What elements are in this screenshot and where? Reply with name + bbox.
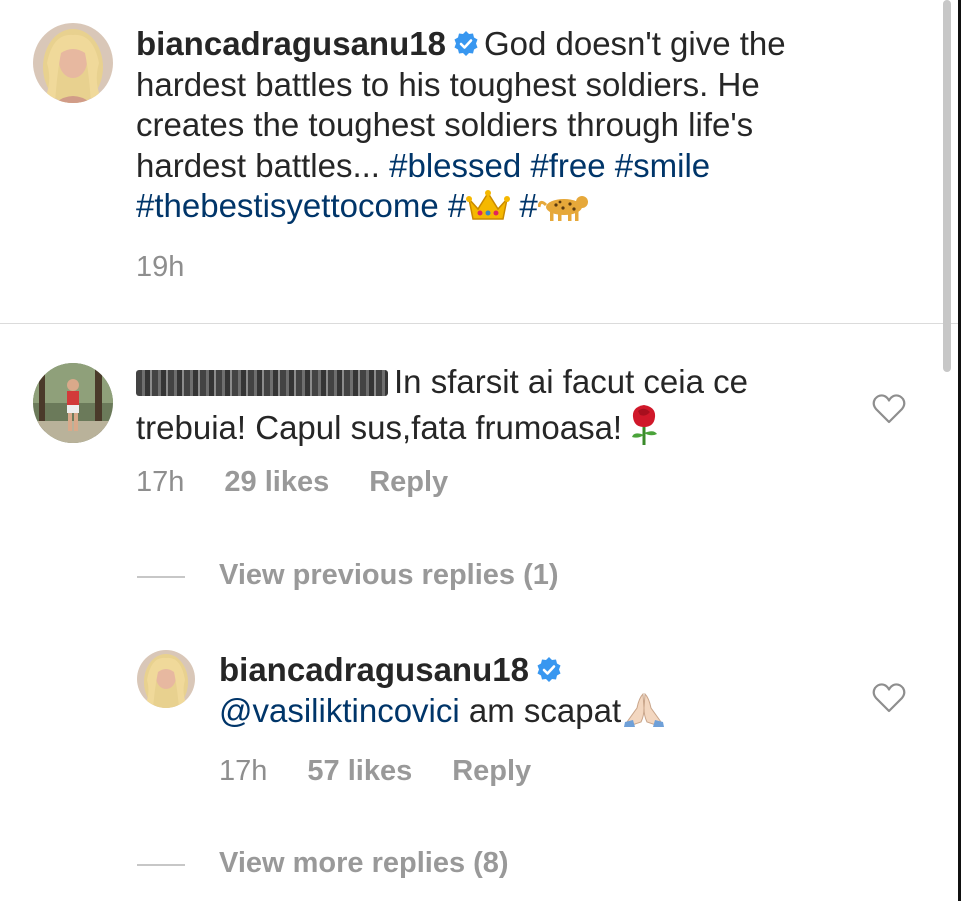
- comment-1-reply-button[interactable]: Reply: [369, 466, 448, 498]
- caption-line-3: creates the toughest soldiers through li…: [136, 106, 754, 143]
- hashtag-leopard[interactable]: #: [510, 187, 537, 224]
- comment-1-line-2: trebuia! Capul sus,fata frumoasa!: [136, 408, 623, 446]
- caption-line-4: hardest battles...: [136, 146, 390, 184]
- verified-badge-icon: [535, 656, 563, 684]
- redacted-username[interactable]: [136, 370, 388, 396]
- reply-1-meta: 17h 57 likes Reply: [219, 755, 531, 788]
- caption-line-2: hardest battles to his toughest soldiers…: [136, 65, 760, 103]
- leopard-emoji: [537, 193, 590, 223]
- divider: [0, 323, 961, 324]
- view-more-replies-button[interactable]: View more replies (8): [219, 847, 509, 880]
- comment-1-like-heart-icon[interactable]: [872, 394, 906, 424]
- view-more-line: [137, 864, 185, 866]
- caption-line-1: God doesn't give the: [483, 25, 786, 62]
- verified-badge-icon: [452, 30, 480, 58]
- commenter-avatar[interactable]: [33, 363, 113, 443]
- reply-1-like-heart-icon[interactable]: [872, 683, 906, 713]
- view-previous-line: [137, 576, 185, 578]
- comment-1-text: In sfarsit ai facut ceia ce trebuia! Cap…: [136, 362, 856, 448]
- hashtag-thebestisyettocome[interactable]: #thebestisyettocome #: [136, 187, 466, 224]
- reply-author-avatar[interactable]: [137, 650, 195, 708]
- reply-author-username[interactable]: biancadragusanu18: [219, 651, 529, 688]
- praying-hands-emoji: [621, 692, 667, 728]
- reply-mention[interactable]: @vasiliktincovici: [219, 692, 460, 729]
- comment-1-line-1: In sfarsit ai facut ceia ce: [394, 363, 748, 400]
- comment-1-time: 17h: [136, 466, 185, 498]
- post-author-username[interactable]: biancadragusanu18: [136, 25, 446, 62]
- crown-emoji: [466, 189, 511, 223]
- reply-1-reply-button[interactable]: Reply: [452, 755, 531, 787]
- reply-1-likes[interactable]: 57 likes: [307, 755, 412, 787]
- reply-1-time: 17h: [219, 755, 268, 787]
- post-caption: biancadragusanu18 God doesn't give the ha…: [136, 24, 896, 227]
- comment-1-likes[interactable]: 29 likes: [224, 466, 329, 498]
- post-timestamp: 19h: [136, 251, 185, 283]
- scrollbar[interactable]: [943, 0, 951, 372]
- reply-1-text: biancadragusanu18 @vasiliktincovici am s…: [219, 650, 859, 731]
- rose-emoji: [626, 403, 662, 445]
- reply-1-body: am scapat: [459, 691, 622, 729]
- comment-1-meta: 17h 29 likes Reply: [136, 466, 448, 499]
- post-author-avatar[interactable]: [33, 23, 113, 103]
- view-previous-replies-button[interactable]: View previous replies (1): [219, 559, 559, 592]
- hashtags-line-4[interactable]: #blessed #free #smile: [389, 147, 710, 184]
